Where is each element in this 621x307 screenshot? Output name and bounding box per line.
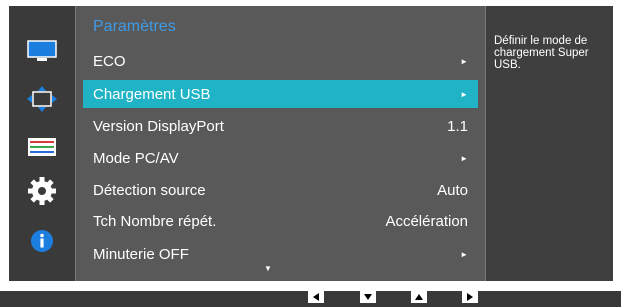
menu-item-label: Détection source <box>93 181 206 199</box>
menu-item-version-displayport[interactable]: Version DisplayPort 1.1 <box>83 112 478 140</box>
category-sidebar <box>9 6 74 281</box>
submenu-arrow-icon: ► <box>460 89 468 99</box>
scroll-down-icon[interactable]: ▼ <box>264 264 272 273</box>
menu-item-label: ECO <box>93 52 126 70</box>
menu-item-value: 1.1 <box>447 117 468 135</box>
menu-item-value: Accélération <box>385 212 468 230</box>
menu-item-label: Tch Nombre répét. <box>93 212 217 230</box>
left-button-icon[interactable] <box>308 291 324 303</box>
menu-item-mode-pc-av[interactable]: Mode PC/AV ► <box>83 144 478 172</box>
submenu-arrow-icon: ► <box>460 249 468 259</box>
menu-item-tch-nombre-repet[interactable]: Tch Nombre répét. Accélération <box>83 207 478 235</box>
color-adjust-icon[interactable] <box>26 134 58 160</box>
right-button-icon[interactable] <box>462 291 478 303</box>
menu-item-label: Version DisplayPort <box>93 117 224 135</box>
down-button-icon[interactable] <box>360 291 376 303</box>
menu-item-label: Chargement USB <box>93 85 211 103</box>
menu-item-eco[interactable]: ECO ► <box>83 47 478 75</box>
settings-menu: Paramètres ECO ► Chargement USB ► Versio… <box>75 6 486 281</box>
info-icon[interactable] <box>26 228 58 254</box>
menu-item-chargement-usb[interactable]: Chargement USB ► <box>83 80 478 108</box>
button-guide-bar <box>0 291 621 307</box>
menu-item-minuterie-off[interactable]: Minuterie OFF ► <box>83 240 478 268</box>
menu-item-label: Mode PC/AV <box>93 149 179 167</box>
position-arrows-icon[interactable] <box>26 86 58 112</box>
monitor-icon[interactable] <box>26 38 58 64</box>
osd-window: Paramètres ECO ► Chargement USB ► Versio… <box>9 6 613 281</box>
menu-item-detection-source[interactable]: Détection source Auto <box>83 176 478 204</box>
submenu-arrow-icon: ► <box>460 153 468 163</box>
menu-title: Paramètres <box>93 18 176 35</box>
gear-icon[interactable] <box>26 177 58 205</box>
menu-item-value: Auto <box>437 181 468 199</box>
submenu-arrow-icon: ► <box>460 56 468 66</box>
help-text: Définir le mode de chargement Super USB. <box>494 35 589 71</box>
help-panel: Définir le mode de chargement Super USB. <box>487 6 613 281</box>
up-button-icon[interactable] <box>411 291 427 303</box>
menu-item-label: Minuterie OFF <box>93 245 189 263</box>
